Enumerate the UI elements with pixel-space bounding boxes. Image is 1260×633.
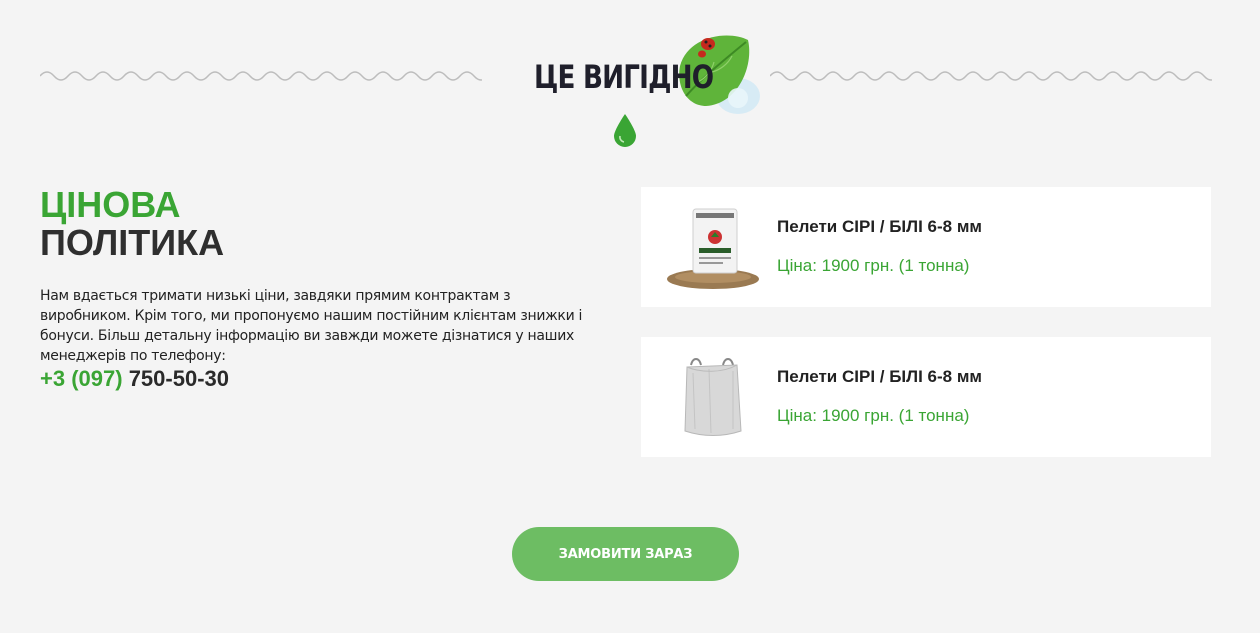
phone-link[interactable]: +3 (097) 750-50-30 — [40, 366, 229, 392]
pricing-heading-line2: ПОЛІТИКА — [40, 222, 225, 263]
product-price: Ціна: 1900 грн. (1 тонна) — [777, 406, 970, 425]
wave-divider-right — [770, 71, 1212, 81]
phone-number: 750-50-30 — [128, 366, 229, 391]
water-drop-icon — [614, 114, 636, 147]
pricing-description: Нам вдається тримати низькі ціни, завдяк… — [40, 288, 583, 364]
product-card[interactable]: Пелети СІРІ / БІЛІ 6-8 мм Ціна: 1900 грн… — [641, 187, 1211, 307]
woodlets-bag-icon — [667, 208, 759, 289]
product-price: Ціна: 1900 грн. (1 тонна) — [777, 256, 970, 275]
order-now-button[interactable]: ЗАМОВИТИ ЗАРАЗ — [512, 527, 739, 581]
phone-code: +3 (097) — [40, 366, 123, 391]
pricing-heading-line1: ЦІНОВА — [40, 184, 181, 225]
big-bag-icon — [684, 358, 742, 436]
wave-divider-left — [40, 71, 482, 81]
product-name: Пелети СІРІ / БІЛІ 6-8 мм — [777, 217, 982, 236]
pricing-heading: ЦІНОВА ПОЛІТИКА — [40, 186, 224, 262]
section-title: ЦЕ ВИГІДНО — [534, 58, 714, 96]
product-card[interactable]: Пелети СІРІ / БІЛІ 6-8 мм Ціна: 1900 грн… — [641, 337, 1211, 457]
product-name: Пелети СІРІ / БІЛІ 6-8 мм — [777, 367, 982, 386]
section-header: ЦЕ ВИГІДНО — [500, 20, 770, 120]
